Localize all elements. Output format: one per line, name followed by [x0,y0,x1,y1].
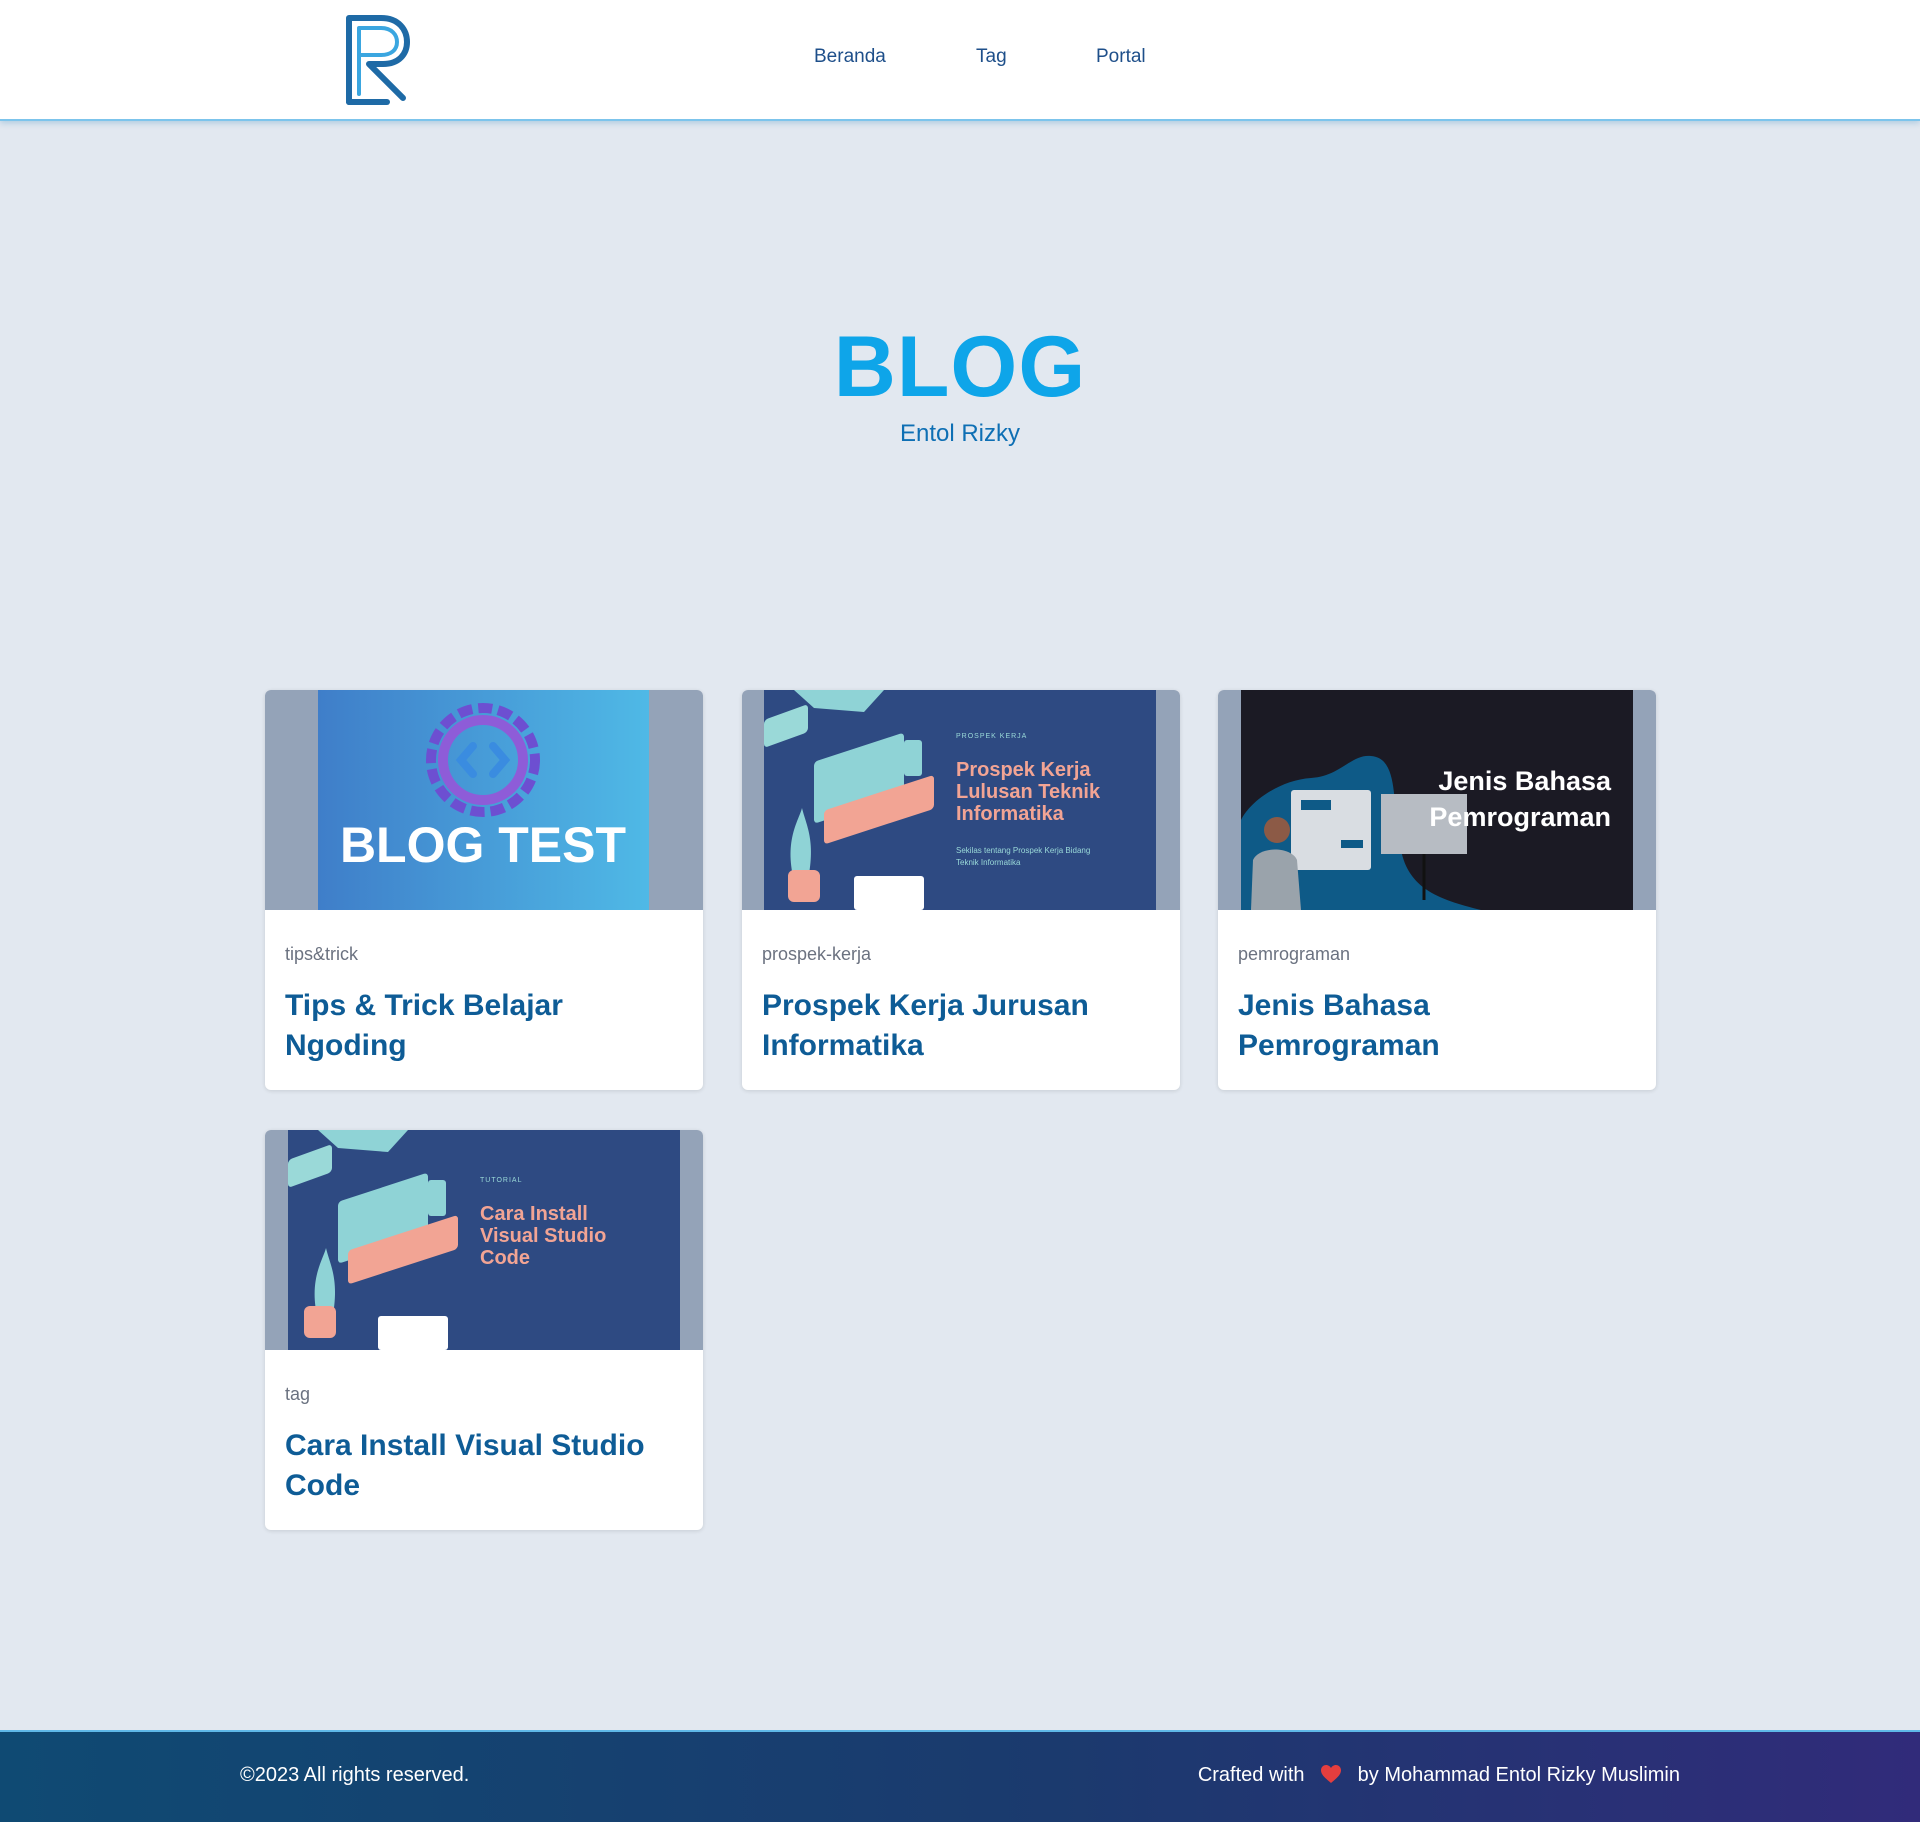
post-tag[interactable]: pemrograman [1238,944,1636,968]
crafted-prefix: Crafted with [1197,1764,1305,1786]
r-monogram-logo-icon [346,15,410,105]
post-card-prospek-kerja[interactable]: PROSPEK KERJA Prospek Kerja Lulusan Tekn… [742,690,1180,1090]
nav-beranda[interactable]: Beranda [814,46,886,68]
heart-icon [1321,1765,1342,1783]
svg-text:Pemrograman: Pemrograman [1429,802,1611,832]
post-thumbnail: Jenis Bahasa Pemrograman [1218,690,1656,910]
svg-text:PROSPEK KERJA: PROSPEK KERJA [956,733,1027,740]
svg-text:Prospek Kerja: Prospek Kerja [956,759,1091,781]
svg-text:Code: Code [480,1247,530,1269]
crafted-suffix: by Mohammad Entol Rizky Muslimin [1357,1764,1680,1786]
post-tag[interactable]: tag [285,1384,683,1408]
post-thumbnail: TUTORIAL Cara Install Visual Studio Code [265,1130,703,1350]
install-vscode-thumbnail-art: TUTORIAL Cara Install Visual Studio Code [288,1130,680,1350]
svg-text:Jenis Bahasa: Jenis Bahasa [1438,766,1612,796]
post-title[interactable]: Tips & Trick Belajar Ngoding [285,986,683,1066]
post-tag[interactable]: tips&trick [285,944,683,968]
svg-text:Sekilas tentang Prospek Kerja: Sekilas tentang Prospek Kerja Bidang [956,846,1090,855]
svg-text:BLOG TEST: BLOG TEST [340,817,626,873]
post-title[interactable]: Cara Install Visual Studio Code [285,1426,683,1506]
navbar: Beranda Tag Portal [0,0,1920,121]
svg-text:TUTORIAL: TUTORIAL [480,1177,523,1184]
logo[interactable] [345,14,427,106]
nav-portal[interactable]: Portal [1096,46,1146,68]
post-card-vscode[interactable]: TUTORIAL Cara Install Visual Studio Code… [265,1130,703,1530]
post-thumbnail: BLOG TEST [265,690,703,910]
blog-test-thumbnail-art: BLOG TEST [318,690,649,910]
svg-text:Informatika: Informatika [956,803,1065,825]
bahasa-pemrograman-thumbnail-art: Jenis Bahasa Pemrograman [1241,690,1633,910]
svg-text:Cara Install: Cara Install [480,1203,588,1225]
page-title: BLOG [833,319,1087,415]
post-tag[interactable]: prospek-kerja [762,944,1160,968]
post-title[interactable]: Prospek Kerja Jurusan Informatika [762,986,1160,1066]
page-subtitle: Entol Rizky [899,420,1021,447]
svg-text:Visual Studio: Visual Studio [480,1225,606,1247]
svg-text:Teknik Informatika: Teknik Informatika [956,858,1021,867]
svg-text:Lulusan Teknik: Lulusan Teknik [956,781,1101,803]
prospek-kerja-thumbnail-art: PROSPEK KERJA Prospek Kerja Lulusan Tekn… [764,690,1156,910]
post-title[interactable]: Jenis Bahasa Pemrograman [1238,986,1636,1066]
copyright-text: ©2023 All rights reserved. [240,1764,470,1786]
post-card-tips-trick[interactable]: BLOG TEST tips&trick Tips & Trick Belaja… [265,690,703,1090]
nav-tag[interactable]: Tag [976,46,1007,68]
post-card-pemrograman[interactable]: Jenis Bahasa Pemrograman pemrograman Jen… [1218,690,1656,1090]
credit-text: Crafted with by Mohammad Entol Rizky Mus… [1198,1764,1680,1787]
footer: ©2023 All rights reserved. Crafted with … [0,1730,1920,1822]
post-thumbnail: PROSPEK KERJA Prospek Kerja Lulusan Tekn… [742,690,1180,910]
